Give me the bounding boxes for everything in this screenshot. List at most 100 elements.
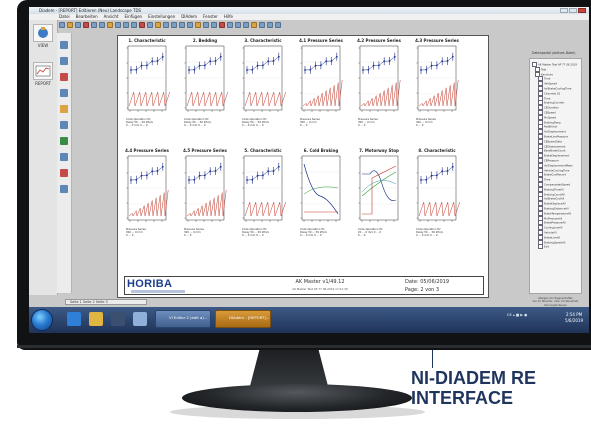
- report-tool-button[interactable]: [60, 41, 68, 49]
- toolbar-button[interactable]: [187, 22, 193, 28]
- report-tool-button[interactable]: [60, 153, 68, 161]
- system-tray[interactable]: DE ▴ ■ ▶ ●: [507, 313, 527, 317]
- toolbar-button[interactable]: [243, 22, 249, 28]
- tree-item[interactable]: CBDisplacement: [538, 143, 565, 149]
- tree-item[interactable]: AvlDisplacementMean: [538, 162, 573, 168]
- tree-item[interactable]: Test: [535, 66, 546, 72]
- toolbar-button[interactable]: [259, 22, 265, 28]
- toolbar-button[interactable]: [211, 22, 217, 28]
- toolbar-button[interactable]: [219, 22, 225, 28]
- sheet-tabs[interactable]: Seite 1 Seite 2 Seite 3: [65, 299, 147, 305]
- ie-icon[interactable]: [67, 312, 81, 326]
- view-panel-button[interactable]: [33, 24, 53, 42]
- report-chart[interactable]: 4.3 Pressure Series Pressure Series 300 .…: [414, 38, 460, 145]
- toolbar-button[interactable]: [275, 22, 281, 28]
- tree-item[interactable]: BrakingDistanceAll: [538, 206, 569, 211]
- toolbar-button[interactable]: [83, 22, 89, 28]
- tree-item[interactable]: VehicleCoolingTime: [538, 167, 569, 173]
- tree-item[interactable]: BrakeTemperatureAll: [538, 210, 571, 216]
- toolbar-button[interactable]: [195, 22, 201, 28]
- tree-item[interactable]: Channels 16: [538, 90, 560, 96]
- tree-item[interactable]: AvlBrakeCoolingTime: [538, 86, 571, 91]
- tree-item[interactable]: BrakingTimeAll: [538, 186, 564, 192]
- tree-item[interactable]: BrakeLineAll: [538, 234, 560, 240]
- tree-item[interactable]: BrakeDisplacement: [538, 153, 569, 159]
- toolbar-button[interactable]: [235, 22, 241, 28]
- tree-item[interactable]: BrakeDisplaceAll: [538, 201, 566, 207]
- tree-item[interactable]: VehSpeed: [538, 81, 557, 87]
- tree-item[interactable]: BrakingSpeedAll: [538, 239, 565, 245]
- report-tool-button[interactable]: [60, 105, 68, 113]
- clock[interactable]: 2:54 PM 5/6/2019: [565, 312, 583, 324]
- toolbar-button[interactable]: [163, 22, 169, 28]
- tree-item[interactable]: Kennlinie: [535, 71, 553, 77]
- report-chart[interactable]: 8. Characteristic Code Operation Hz Delay…: [414, 148, 460, 255]
- app-icon[interactable]: [133, 312, 147, 326]
- tree-item[interactable]: CBDuration: [538, 105, 559, 111]
- tree-item[interactable]: BaseBrakeCount: [538, 148, 565, 154]
- tree-item[interactable]: BrakingCounter: [538, 100, 564, 106]
- tree-item[interactable]: Time: [538, 95, 550, 101]
- toolbar-button[interactable]: [267, 22, 273, 28]
- tree-item[interactable]: AvlDisplacement: [538, 129, 566, 135]
- close-button[interactable]: [578, 8, 586, 13]
- tree-item[interactable]: BrakingTemp: [538, 119, 561, 125]
- report-chart[interactable]: 4.5 Pressure Series Pressure Series 300 .…: [182, 148, 228, 255]
- minimize-button[interactable]: [560, 8, 568, 13]
- toolbar-button[interactable]: [107, 22, 113, 28]
- tree-item[interactable]: BrakeLinePressure: [538, 134, 568, 139]
- tree-item[interactable]: AK Master Test AP 77 06.2019: [532, 62, 577, 67]
- task-vi-editor[interactable]: VI Editor 2 (edit a)...: [155, 310, 211, 328]
- toolbar-button[interactable]: [59, 22, 65, 28]
- tree-item[interactable]: Time: [538, 76, 550, 82]
- toolbar-button[interactable]: [67, 22, 73, 28]
- report-chart[interactable]: 4.4 Pressure Series Pressure Series 300 .…: [124, 148, 170, 255]
- report-chart[interactable]: 4.1 Pressure Series Pressure Series 300 .…: [298, 38, 344, 145]
- report-tool-button[interactable]: [60, 137, 68, 145]
- tree-item[interactable]: VehicleAll: [538, 230, 557, 235]
- report-chart[interactable]: 3. Characteristic Code Operation Hz Delay…: [240, 38, 286, 145]
- report-chart[interactable]: 4.2 Pressure Series Pressure Series 300 .…: [356, 38, 402, 145]
- toolbar-button[interactable]: [75, 22, 81, 28]
- report-tool-button[interactable]: [60, 89, 68, 97]
- toolbar-button[interactable]: [155, 22, 161, 28]
- toolbar-button[interactable]: [251, 22, 257, 28]
- report-tool-button[interactable]: [60, 121, 68, 129]
- tree-item[interactable]: BrakePressureAll: [538, 220, 566, 226]
- media-icon[interactable]: [111, 312, 125, 326]
- report-tool-button[interactable]: [60, 57, 68, 65]
- report-chart[interactable]: 5. Characteristic Code Operation Hz Delay…: [240, 148, 286, 255]
- tree-item[interactable]: CBSpeed: [538, 110, 556, 115]
- task-diadem[interactable]: DIAdem - [REPORT]...: [215, 310, 271, 328]
- report-tool-button[interactable]: [60, 185, 68, 193]
- tree-item[interactable]: CBPressure: [538, 158, 559, 163]
- toolbar-button[interactable]: [179, 22, 185, 28]
- toolbar-button[interactable]: [203, 22, 209, 28]
- toolbar-button[interactable]: [115, 22, 121, 28]
- explorer-icon[interactable]: [89, 312, 103, 326]
- toolbar-button[interactable]: [99, 22, 105, 28]
- report-panel-button[interactable]: [33, 62, 53, 80]
- tree-item[interactable]: PinPressureAll: [538, 215, 562, 221]
- toolbar-button[interactable]: [147, 22, 153, 28]
- toolbar-button[interactable]: [227, 22, 233, 28]
- report-chart[interactable]: 6. Cold Braking Code Operation Hz Delay 5…: [298, 148, 344, 255]
- toolbar-button[interactable]: [131, 22, 137, 28]
- report-tool-button[interactable]: [60, 73, 68, 81]
- tree-item[interactable]: Exit: [538, 244, 549, 250]
- tree-item[interactable]: PadBrkAct: [538, 124, 557, 130]
- tree-item[interactable]: Time: [538, 177, 550, 183]
- toolbar-button[interactable]: [171, 22, 177, 28]
- tree-item[interactable]: CompensatedSpeed: [538, 182, 570, 187]
- toolbar-button[interactable]: [123, 22, 129, 28]
- report-tool-button[interactable]: [60, 169, 68, 177]
- tree-item[interactable]: PinSpeed: [538, 114, 556, 120]
- maximize-button[interactable]: [569, 8, 577, 13]
- tree-item[interactable]: AvlBrakeCoolAll: [538, 196, 564, 202]
- tree-item[interactable]: CoolingLineAll: [538, 225, 562, 231]
- report-chart[interactable]: 1. Characteristic Code Operation Hz Delay…: [124, 38, 170, 145]
- tree-item[interactable]: BrakeCoolRecord: [538, 172, 566, 178]
- tree-item[interactable]: CBSpeedData: [538, 138, 562, 144]
- tree-item[interactable]: BrakingCountAll: [538, 191, 565, 197]
- toolbar-button[interactable]: [91, 22, 97, 28]
